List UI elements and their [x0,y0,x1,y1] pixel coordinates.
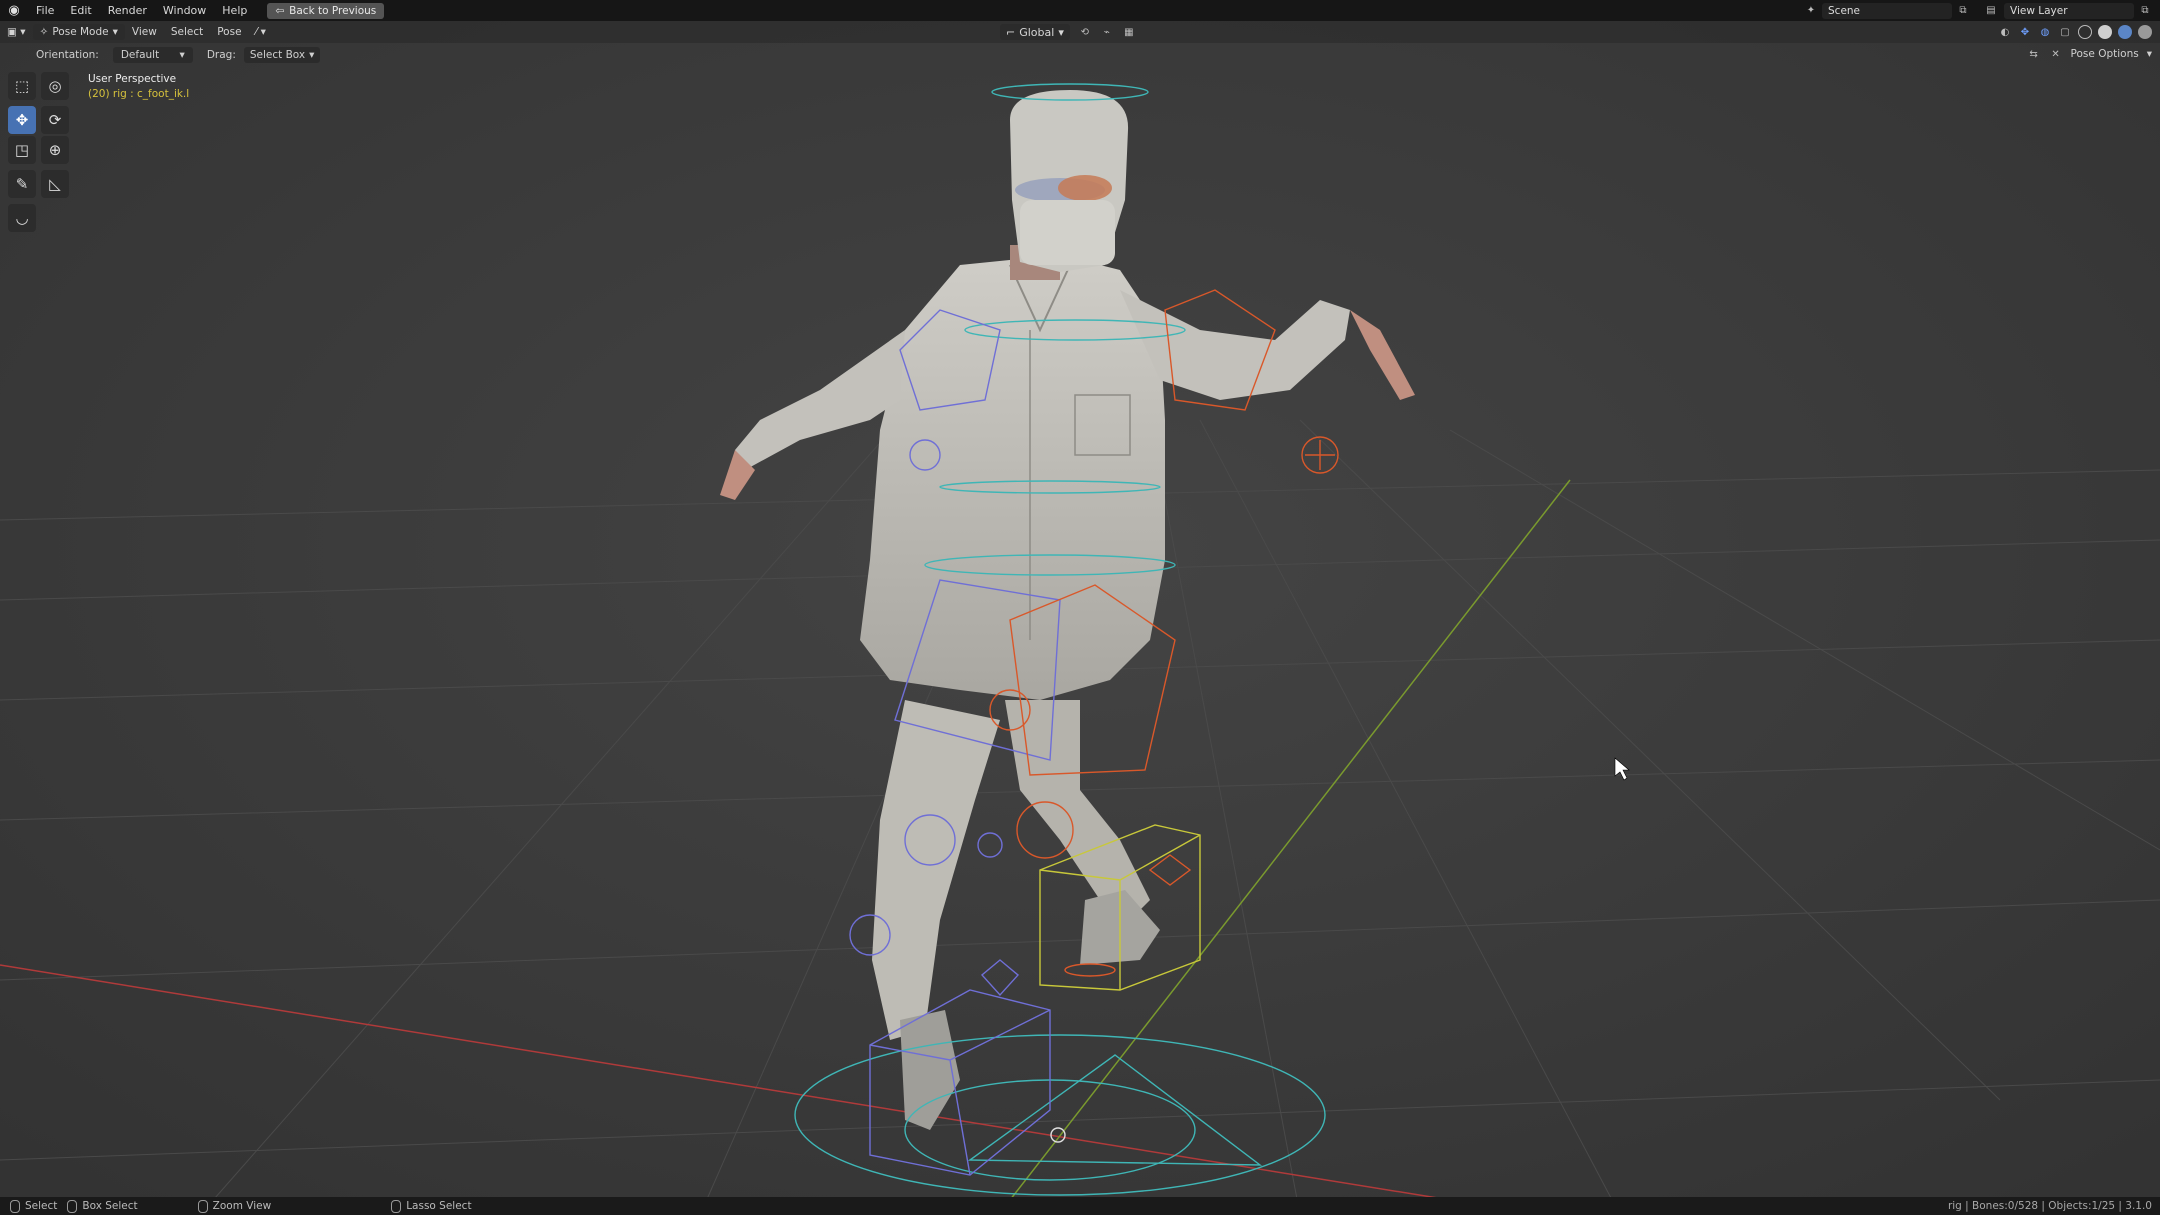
drag-value: Select Box [249,49,306,61]
drag-label: Drag: [206,49,236,61]
view-layer-icon: ▤ [1986,5,1996,16]
pose-mode-icon: ✧ [39,26,49,38]
solid-shading-icon[interactable] [2098,25,2112,39]
chevron-down-icon: ▾ [1058,25,1064,39]
view-layer-selector[interactable]: View Layer [2004,2,2134,19]
rotate-icon[interactable]: ⟳ [41,106,69,134]
select-box-icon[interactable]: ⬚ [8,72,36,100]
new-scene-icon[interactable]: ⧉ [1956,4,1970,18]
scene-icon: ✦ [1806,5,1816,16]
back-icon: ⇦ [275,4,285,17]
viewport-header: ▣ ▾ ✧ Pose Mode ▾ View Select Pose ⁄ ▾ ⌐… [0,21,2160,43]
scale-icon[interactable]: ◳ [8,136,36,164]
scene-label: Scene [1828,4,1861,17]
gizmo-icon[interactable]: ✥ [2018,25,2032,39]
chevron-down-icon: ▾ [179,49,185,61]
menu-render[interactable]: Render [100,0,155,21]
scene-selector[interactable]: Scene [1822,2,1952,19]
top-menu-bar: ◉ File Edit Render Window Help ⇦ Back to… [0,0,2160,21]
xray-icon[interactable]: ▢ [2058,25,2072,39]
view-layer-label: View Layer [2010,4,2068,17]
status-lasso-select: Lasso Select [271,1199,472,1213]
orientation-icon: ⌐ [1006,25,1016,39]
relax-icon[interactable]: ◡ [8,204,36,232]
mode-selector[interactable]: ✧ Pose Mode ▾ [32,24,125,40]
visibility-icon[interactable]: ◐ [1998,25,2012,39]
menu-window[interactable]: Window [155,0,214,21]
tool-settings-header: Orientation: Default ▾ Drag: Select Box … [0,45,2160,65]
mirror-icon[interactable]: ⇆ [2027,47,2041,61]
viewport-3d[interactable] [0,0,2160,1215]
status-select-label: Select [25,1200,58,1212]
snap-grid-icon[interactable]: ▦ [1122,25,1136,39]
view-name: User Perspective [88,73,177,85]
annotate-icon[interactable]: ✎ [8,170,36,198]
cursor-icon[interactable]: ◎ [41,72,69,100]
transform-orientation-label: Global [1019,25,1055,39]
pose-extra-icon[interactable]: ⁄ ▾ [249,26,273,38]
material-shading-icon[interactable] [2118,25,2132,39]
pose-options-area: ⇆ ✕ Pose Options ▾ [2027,47,2152,61]
orientation-dropdown[interactable]: Default ▾ [112,47,193,63]
overlay-icon[interactable]: ◍ [2038,25,2052,39]
chevron-down-icon: ▾ [309,49,315,61]
editor-type-icon[interactable]: ▣ ▾ [0,26,33,38]
menu-pose[interactable]: Pose [210,26,248,38]
status-bar: Select Box Select Zoom View Lasso Select… [0,1197,2160,1215]
status-zoom-view-label: Zoom View [212,1200,272,1212]
mouse-drag-icon [67,1199,78,1213]
mode-label: Pose Mode [52,26,109,38]
transform-orientation-selector[interactable]: ⌐ Global ▾ [1000,24,1070,40]
status-box-select: Box Select [57,1199,138,1213]
mouse-right-icon [391,1199,402,1213]
mouse-left-icon [10,1199,20,1213]
back-to-previous-button[interactable]: ⇦ Back to Previous [267,2,385,19]
active-object-label: (20) rig : c_foot_ik.l [88,88,190,100]
blender-logo-icon[interactable]: ◉ [0,0,28,21]
wireframe-shading-icon[interactable] [2078,25,2092,39]
transform-icon[interactable]: ⊕ [41,136,69,164]
scene-statistics: rig | Bones:0/528 | Objects:1/25 | 3.1.0 [1947,1200,2152,1212]
measure-icon[interactable]: ◺ [41,170,69,198]
menu-file[interactable]: File [28,0,62,21]
pose-options-dropdown[interactable]: Pose Options [2071,48,2139,60]
snap-icon[interactable]: ⌁ [1100,25,1114,39]
viewport-info: User Perspective (20) rig : c_foot_ik.l [88,72,189,102]
chevron-down-icon: ▾ [112,26,118,38]
x-mirror-icon[interactable]: ✕ [2049,47,2063,61]
pivot-icon[interactable]: ⟲ [1078,25,1092,39]
status-zoom-view: Zoom View [138,1199,272,1213]
menu-help[interactable]: Help [214,0,255,21]
chevron-down-icon: ▾ [2146,48,2152,60]
status-box-select-label: Box Select [82,1200,138,1212]
menu-view[interactable]: View [125,26,164,38]
status-select: Select [0,1199,58,1213]
orientation-value: Default [120,49,160,61]
status-lasso-select-label: Lasso Select [406,1200,472,1212]
menu-select[interactable]: Select [164,26,210,38]
back-to-previous-label: Back to Previous [289,4,377,17]
drag-dropdown[interactable]: Select Box ▾ [243,47,321,63]
move-icon[interactable]: ✥ [8,106,36,134]
mouse-middle-icon [197,1199,208,1213]
new-view-layer-icon[interactable]: ⧉ [2138,4,2152,18]
menu-edit[interactable]: Edit [62,0,99,21]
orientation-label: Orientation: [36,49,99,61]
rendered-shading-icon[interactable] [2138,25,2152,39]
